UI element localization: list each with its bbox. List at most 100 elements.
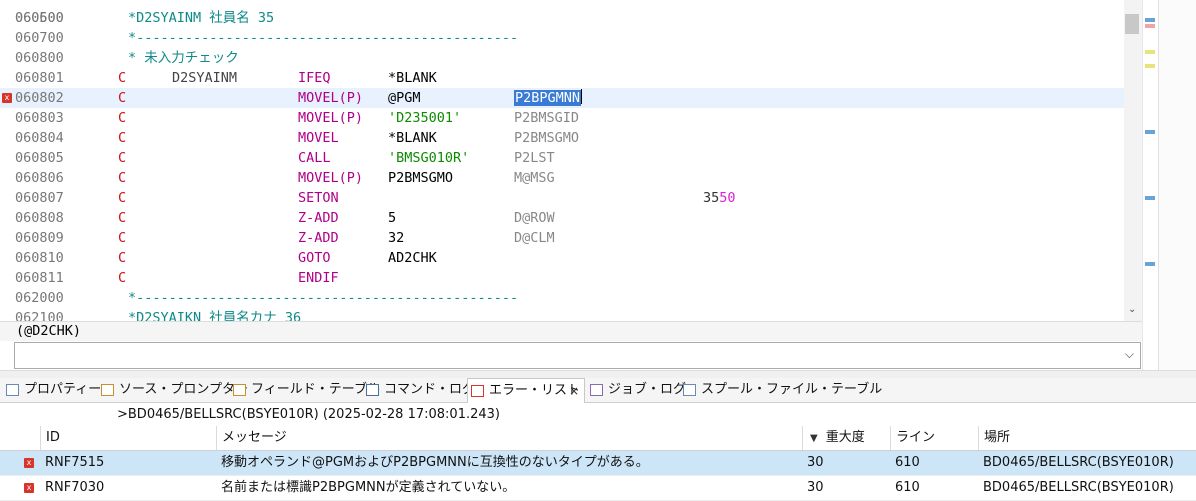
cell-location: BD0465/BELLSRC(BSYE010R) [983, 455, 1174, 470]
tab-error-list[interactable]: エラー・リスト × [467, 378, 585, 403]
header-id[interactable]: ID [40, 426, 216, 450]
sequence-number: 060801 [15, 70, 64, 86]
opcode: ENDIF [298, 270, 339, 286]
sequence-number: 060806 [15, 170, 64, 186]
cell-location: BD0465/BELLSRC(BSYE010R) [983, 480, 1174, 495]
header-severity[interactable]: ▼ 重大度 [802, 426, 890, 450]
error-icon[interactable]: x [2, 93, 12, 103]
code-line[interactable]: 062000 *---------------------------------… [0, 288, 1124, 308]
job-log-icon [590, 384, 603, 396]
code-line[interactable]: 060600 *D2SYAINM 社員名 35 [0, 8, 1124, 28]
column-title: 重大度 [825, 430, 865, 445]
opcode: MOVEL(P) [298, 110, 364, 126]
overview-ruler[interactable] [1142, 0, 1158, 370]
code-line[interactable]: 060806 C MOVEL(P) P2BMSGMO M@MSG [0, 168, 1124, 188]
tab-label: ソース・プロンプター [119, 382, 248, 397]
factor2: 5 [388, 210, 397, 226]
annotation-marker[interactable] [1145, 262, 1155, 266]
annotation-marker[interactable] [1145, 130, 1155, 134]
factor2: 32 [388, 230, 405, 246]
spec-type: C [118, 170, 127, 186]
selected-result-field[interactable]: P2BPGMNN [514, 90, 582, 106]
pane-splitter[interactable] [0, 370, 1196, 378]
header-location[interactable]: 場所 [978, 426, 1196, 450]
icon-column-header[interactable] [0, 426, 40, 450]
warning-marker[interactable] [1145, 50, 1155, 54]
code-line[interactable]: 060803 C MOVEL(P) 'D235001' P2BMSGID [0, 108, 1124, 128]
opcode: Z-ADD [298, 210, 339, 226]
table-row[interactable]: x RNF7030 名前または標識P2BPGMNNが定義されていない。 30 610 BD… [0, 476, 1196, 501]
tab-properties[interactable]: プロパティー [6, 378, 101, 402]
source-path: >BD0465/BELLSRC(BSYE010R) (2025-02-28 17… [117, 407, 500, 422]
sequence-number: 060700 [15, 30, 64, 46]
sequence-number: 060600 [15, 10, 64, 26]
code-line[interactable]: 060811 C ENDIF [0, 268, 1124, 288]
code-line[interactable]: 060807 C SETON 3550 [0, 188, 1124, 208]
code-line[interactable]: 060809 C Z-ADD 32 D@CLM [0, 228, 1124, 248]
tab-spool[interactable]: スプール・ファイル・テーブル [683, 378, 882, 402]
opcode: GOTO [298, 250, 331, 266]
tab-command-log[interactable]: コマンド・ログ [366, 378, 475, 402]
tab-table[interactable]: フィールド・テーブル [233, 378, 380, 402]
error-list-source: >BD0465/BELLSRC(BSYE010R) (2025-02-28 17… [0, 404, 1196, 426]
cell-severity: 30 [807, 480, 824, 495]
tab-job-log[interactable]: ジョブ・ログ [590, 378, 686, 402]
opcode: IFEQ [298, 70, 331, 86]
code-line[interactable]: 060800 * 未入力チェック [0, 48, 1124, 68]
indicator-lo: 50 [719, 190, 736, 206]
scrollbar-thumb[interactable] [1125, 14, 1139, 34]
spec-type: C [118, 210, 127, 226]
spec-type: C [118, 270, 127, 286]
code-line[interactable]: 060810 C GOTO AD2CHK [0, 248, 1124, 268]
spec-type: C [118, 90, 127, 106]
annotation-marker[interactable] [1145, 18, 1155, 22]
tab-label: ジョブ・ログ [608, 382, 687, 397]
code-line[interactable]: 060804 C MOVEL *BLANK P2BMSGMO [0, 128, 1124, 148]
result-field: D@ROW [514, 210, 555, 226]
cell-id: RNF7515 [45, 455, 105, 470]
tab-label: コマンド・ログ [384, 382, 476, 397]
prompter-input[interactable]: ⌵ [14, 342, 1141, 369]
code-line[interactable]: 060700 *---------------------------------… [0, 28, 1124, 48]
code-line[interactable]: 060808 C Z-ADD 5 D@ROW [0, 208, 1124, 228]
code-line-error[interactable]: x 060802 C MOVEL(P) @PGM P2BPGMNN [0, 88, 1124, 108]
sequence-number: 060811 [15, 270, 64, 286]
opcode: MOVEL [298, 130, 339, 146]
factor1: D2SYAINM [172, 70, 238, 86]
result-field: P2BMSGMO [514, 130, 580, 146]
spec-type: C [118, 150, 127, 166]
error-marker[interactable] [1145, 24, 1155, 28]
sequence-number: 062000 [15, 290, 64, 306]
command-log-icon [366, 384, 379, 396]
code-line[interactable]: 060500 [0, 0, 1124, 26]
table-row[interactable]: x RNF7515 移動オペランド@PGMおよびP2BPGMNNに互換性のないタイプ… [0, 451, 1196, 476]
code-line[interactable]: 060801 C D2SYAINM IFEQ *BLANK [0, 68, 1124, 88]
spec-type: C [118, 110, 127, 126]
opcode: CALL [298, 150, 331, 166]
warning-marker[interactable] [1145, 64, 1155, 68]
close-icon[interactable]: × [569, 379, 579, 403]
sort-descending-icon: ▼ [810, 433, 818, 444]
tab-prompter[interactable]: ソース・プロンプター [101, 378, 248, 402]
spec-type: C [118, 230, 127, 246]
factor2: @PGM [388, 90, 421, 106]
sequence-number: 060803 [15, 110, 64, 126]
opcode: MOVEL(P) [298, 90, 364, 106]
editor-vertical-scrollbar[interactable]: ⌄ [1124, 0, 1142, 321]
spec-type: C [118, 250, 127, 266]
cell-id: RNF7030 [45, 480, 105, 495]
code-line[interactable]: 060805 C CALL 'BMSG010R' P2LST [0, 148, 1124, 168]
field-name-label: (@D2CHK) [0, 321, 1142, 341]
spec-type: C [118, 70, 127, 86]
chevron-down-icon[interactable]: ⌵ [1125, 347, 1134, 362]
factor2: P2BMSGMO [388, 170, 454, 186]
error-icon: x [24, 483, 34, 493]
header-message[interactable]: メッセージ [216, 426, 802, 450]
annotation-marker[interactable] [1145, 196, 1155, 200]
scroll-down-arrow-icon[interactable]: ⌄ [1128, 304, 1136, 315]
header-line[interactable]: ライン [890, 426, 978, 450]
sequence-number: 062100 [15, 310, 64, 321]
sequence-number: 060809 [15, 230, 64, 246]
source-editor[interactable]: 060500 060600 *D2SYAINM 社員名 35 060700 *----… [0, 0, 1142, 321]
code-line[interactable]: 062100 *D2SYAIKN 社員名カナ 36 [0, 308, 1124, 321]
